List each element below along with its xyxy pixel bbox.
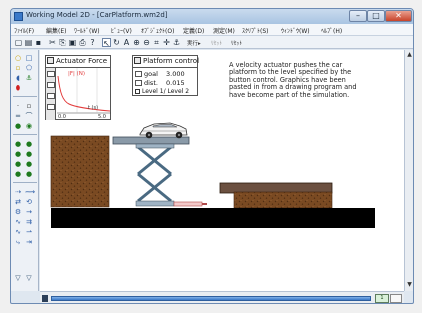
close-button[interactable]: ✕ — [385, 10, 412, 22]
menu-view[interactable]: ﾋﾞｭｰ(V) — [111, 26, 132, 35]
right-brick-ledge — [233, 191, 333, 209]
menu-script[interactable]: ｽｸﾘﾌﾟﾄ(S) — [242, 26, 269, 35]
palette-divider — [13, 182, 37, 183]
paste-icon[interactable]: ▣ — [68, 38, 77, 47]
actuator-tool-icon[interactable]: ● — [25, 140, 33, 148]
polygon-tool-icon[interactable]: ⬠ — [25, 64, 33, 72]
zoom-out-icon[interactable]: ⊖ — [142, 38, 151, 47]
curved-slot-icon[interactable]: ⌒ — [25, 112, 33, 120]
actuator-icon[interactable]: ⇀ — [25, 228, 33, 236]
pulley-icon[interactable]: ⇥ — [25, 238, 33, 246]
rotary-spring-icon[interactable]: ∿ — [14, 218, 22, 226]
menu-window[interactable]: ｳｨﾝﾄﾞｳ(W) — [281, 26, 310, 35]
pulley-tool-icon[interactable]: ● — [25, 160, 33, 168]
scroll-up-icon[interactable]: ▲ — [406, 51, 413, 58]
open-folder-icon[interactable]: ▤ — [24, 38, 33, 47]
simulation-scene — [50, 122, 375, 228]
separator-tool-icon[interactable]: ● — [14, 170, 22, 178]
motor-tool-icon[interactable]: ● — [14, 140, 22, 148]
menu-object[interactable]: ｵﾌﾞｼﾞｪｸﾄ(O) — [141, 26, 174, 35]
curved-body-icon[interactable]: ◖ — [14, 74, 22, 82]
gear-tool-icon[interactable]: ● — [25, 170, 33, 178]
rod-icon[interactable]: ⇄ — [14, 198, 22, 206]
circle-tool-icon[interactable]: ○ — [14, 54, 22, 62]
lift-top-rail — [135, 143, 175, 149]
app-window: Working Model 2D - [CarPlatform.wm2d] – … — [10, 8, 414, 304]
play-icon[interactable] — [42, 295, 48, 302]
title-bar[interactable]: Working Model 2D - [CarPlatform.wm2d] – … — [11, 9, 413, 24]
ledge-top-plate — [219, 182, 333, 194]
crosshair-icon[interactable]: ✛ — [162, 38, 171, 47]
velocity-actuator — [173, 201, 203, 207]
minimize-button[interactable]: – — [349, 10, 367, 22]
new-file-icon[interactable]: ▢ — [14, 38, 23, 47]
point-tool-icon[interactable]: · — [14, 102, 22, 110]
save-icon[interactable]: ▪ — [34, 38, 43, 47]
force-icon[interactable]: → — [25, 208, 33, 216]
menu-define[interactable]: 定義(D) — [183, 26, 204, 35]
left-brick-wall — [50, 135, 110, 208]
ellipse-tool-icon[interactable]: ⬮ — [14, 84, 22, 92]
toolbar: ▢ ▤ ▪ ✂ ⎘ ▣ ⎙ ? ↖ ↻ A ⊕ ⊖ ⌗ ✛ ⚓ 実行▸ ﾘｾｯﾄ… — [11, 36, 413, 49]
copy-icon[interactable]: ⎘ — [58, 38, 67, 47]
square-point-icon[interactable]: ▫ — [25, 102, 33, 110]
damper-tool-icon[interactable]: ● — [14, 150, 22, 158]
tool-palette: ○ □ ▫ ⬠ ◖ ⚓ ⬮ · ▫ ═ ⌒ ● ◉ ● ● ● ● ● ● ● … — [11, 50, 39, 291]
frame-step-button[interactable] — [390, 294, 402, 303]
frame-counter: 1 — [375, 294, 389, 303]
print-icon[interactable]: ⎙ — [78, 38, 87, 47]
car-platform — [112, 136, 190, 145]
palette-divider — [13, 134, 37, 135]
spring-force-icon[interactable]: ⇢ — [14, 188, 22, 196]
triangle-down-icon[interactable]: ▽ — [14, 274, 22, 282]
scissor-lift — [137, 145, 172, 203]
anchor-tool-icon[interactable]: ⚓ — [25, 74, 33, 82]
rope-icon[interactable]: ⟿ — [25, 188, 35, 196]
run-button[interactable]: 実行▸ — [187, 39, 201, 47]
torque-icon[interactable]: ⟲ — [25, 198, 33, 206]
pin-joint-icon[interactable]: ● — [14, 122, 22, 130]
rotate-tool-icon[interactable]: ↻ — [112, 38, 121, 47]
tape-progress-slider[interactable] — [51, 296, 371, 301]
lift-base-rail — [135, 200, 175, 207]
menu-edit[interactable]: 編集(E) — [46, 26, 66, 35]
gear-icon[interactable]: ⚙ — [14, 208, 22, 216]
actuator-rod — [202, 203, 207, 205]
palette-divider — [13, 96, 37, 97]
rigid-joint-icon[interactable]: ◉ — [25, 122, 33, 130]
arrow-tool-icon[interactable]: ↖ — [102, 38, 111, 48]
menu-measure[interactable]: 測定(M) — [213, 26, 235, 35]
rectangle-tool-icon[interactable]: □ — [25, 54, 33, 62]
app-icon — [14, 12, 23, 21]
cut-icon[interactable]: ✂ — [48, 38, 57, 47]
vertical-scrollbar[interactable]: ▲ ▼ — [404, 50, 413, 291]
ground-slab — [51, 208, 375, 228]
help-icon[interactable]: ? — [88, 38, 97, 47]
linear-damper-icon[interactable]: ⇉ — [25, 218, 33, 226]
zoom-in-icon[interactable]: ⊕ — [132, 38, 141, 47]
menu-bar: ﾌｧｲﾙ(F) 編集(E) ﾜｰﾙﾄﾞ(W) ﾋﾞｭｰ(V) ｵﾌﾞｼﾞｪｸﾄ(… — [11, 24, 413, 36]
rotary-damper-icon[interactable]: ∿ — [14, 228, 22, 236]
menu-file[interactable]: ﾌｧｲﾙ(F) — [14, 26, 34, 35]
slot-tool-icon[interactable]: ═ — [14, 112, 22, 120]
car-graphic — [139, 122, 188, 139]
motor-icon[interactable]: ⤷ — [14, 238, 22, 246]
rope-tool-icon[interactable]: ● — [14, 160, 22, 168]
scroll-down-icon[interactable]: ▼ — [406, 281, 413, 288]
tape-player-bar: 1 — [40, 291, 404, 303]
vector-display-icon[interactable]: ▽ — [25, 274, 33, 282]
fit-view-icon[interactable]: ⌗ — [152, 38, 161, 47]
window-title: Working Model 2D - [CarPlatform.wm2d] — [26, 11, 168, 19]
square-tool-icon[interactable]: ▫ — [14, 64, 22, 72]
maximize-button[interactable]: □ — [367, 10, 385, 22]
menu-help[interactable]: ﾍﾙﾌﾟ(H) — [321, 26, 342, 35]
reset-button[interactable]: ﾘｾｯﾄ — [231, 39, 242, 47]
menu-world[interactable]: ﾜｰﾙﾄﾞ(W) — [74, 26, 100, 35]
anchor-icon[interactable]: ⚓ — [172, 38, 181, 47]
text-tool-icon[interactable]: A — [122, 38, 131, 47]
workspace-canvas[interactable]: Actuator Force |F| (N) t (s) 0.0 5.0 Pla — [40, 50, 404, 291]
stop-button[interactable]: ﾘｾｯﾄ — [211, 39, 222, 47]
spring-tool-icon[interactable]: ● — [25, 150, 33, 158]
